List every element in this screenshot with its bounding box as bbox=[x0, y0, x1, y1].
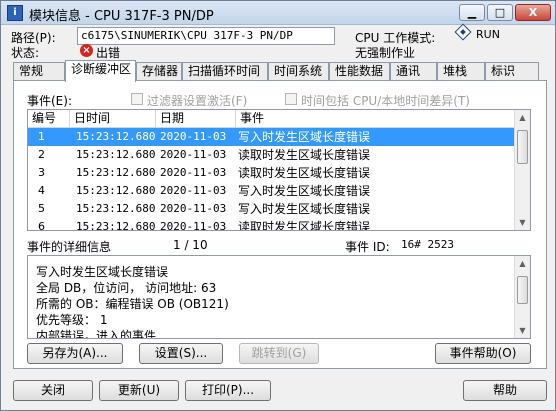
filter-label: 过滤器设置激活(F) bbox=[147, 94, 248, 108]
settings-button[interactable]: 设置(S)... bbox=[139, 343, 223, 364]
app-icon: i bbox=[7, 5, 23, 21]
row-event: 写入时发生区域长度错误 bbox=[238, 130, 371, 144]
column-header-time[interactable]: 日时间 bbox=[70, 110, 156, 128]
table-row[interactable]: 4 15:23:12.680 2020-11-03 写入时发生区域长度错误 bbox=[28, 182, 516, 200]
status-label: 状态: bbox=[11, 46, 40, 60]
tab-scan-cycle-time[interactable]: 扫描循环时间 bbox=[182, 62, 268, 81]
row-time: 15:23:12.680 bbox=[76, 202, 156, 215]
minimize-button[interactable]: ▁ bbox=[459, 4, 485, 21]
scroll-thumb[interactable] bbox=[517, 130, 528, 164]
row-date: 2020-11-03 bbox=[160, 202, 227, 215]
window-title: 模块信息 - CPU 317F-3 PN/DP bbox=[29, 9, 214, 24]
detail-line: 写入时发生区域长度错误 bbox=[36, 265, 169, 279]
event-details-box[interactable]: 写入时发生区域长度错误 全局 DB，位访问， 访问地址: 63 所需的 OB：编… bbox=[27, 255, 531, 339]
close-button[interactable]: 关闭 bbox=[13, 380, 93, 401]
tab-time-system[interactable]: 时间系统 bbox=[268, 62, 329, 81]
cpu-mode-value: RUN bbox=[476, 28, 500, 41]
scroll-down-arrow-icon[interactable]: ▼ bbox=[515, 215, 530, 230]
table-row[interactable]: 6 15:23:12.680 2020-11-03 读取时发生区域长度错误 bbox=[28, 218, 516, 231]
include-time-diff-checkbox[interactable] bbox=[285, 93, 297, 105]
status-value: 出错 bbox=[96, 46, 121, 60]
title-bar[interactable]: i 模块信息 - CPU 317F-3 PN/DP ▁ □ X bbox=[1, 1, 555, 25]
column-header-date[interactable]: 日期 bbox=[156, 110, 236, 128]
row-event: 读取时发生区域长度错误 bbox=[238, 166, 371, 180]
table-row[interactable]: 5 15:23:12.680 2020-11-03 写入时发生区域长度错误 bbox=[28, 200, 516, 218]
event-help-button[interactable]: 事件帮助(O) bbox=[435, 343, 531, 364]
row-number: 1 bbox=[38, 130, 45, 143]
table-row[interactable]: 2 15:23:12.680 2020-11-03 读取时发生区域长度错误 bbox=[28, 146, 516, 164]
filter-checkbox[interactable] bbox=[131, 93, 143, 105]
row-number: 4 bbox=[38, 184, 45, 197]
force-status: 无强制作业 bbox=[355, 46, 416, 60]
table-row[interactable]: 1 15:23:12.680 2020-11-03 写入时发生区域长度错误 bbox=[28, 128, 516, 146]
detail-line: 所需的 OB：编程错误 OB (OB121) bbox=[36, 297, 229, 311]
include-time-diff-label: 时间包括 CPU/本地时间差异(T) bbox=[301, 94, 470, 108]
details-position: 1 / 10 bbox=[173, 238, 208, 252]
row-date: 2020-11-03 bbox=[160, 220, 227, 231]
tab-performance-data[interactable]: 性能数据 bbox=[329, 62, 390, 81]
events-label: 事件(E): bbox=[27, 94, 72, 108]
error-icon: × bbox=[80, 44, 93, 57]
run-status-icon bbox=[454, 23, 472, 41]
row-event: 写入时发生区域长度错误 bbox=[238, 184, 371, 198]
tab-identification[interactable]: 标识 bbox=[485, 62, 539, 81]
row-time: 15:23:12.680 bbox=[76, 130, 156, 143]
maximize-button[interactable]: □ bbox=[487, 4, 513, 21]
row-date: 2020-11-03 bbox=[160, 130, 227, 143]
table-header: 编号 日时间 日期 事件 bbox=[28, 110, 516, 128]
events-scrollbar[interactable]: ▲ ▼ bbox=[514, 110, 530, 230]
tab-communication[interactable]: 通讯 bbox=[390, 62, 437, 81]
tab-memory[interactable]: 存储器 bbox=[136, 62, 182, 81]
row-event: 写入时发生区域长度错误 bbox=[238, 202, 371, 216]
help-button[interactable]: 帮助 bbox=[463, 380, 547, 401]
scroll-up-arrow-icon[interactable]: ▲ bbox=[515, 256, 530, 271]
row-number: 2 bbox=[38, 148, 45, 161]
detail-line: 内部错误，进入的事件 bbox=[36, 329, 157, 339]
row-date: 2020-11-03 bbox=[160, 166, 227, 179]
row-event: 读取时发生区域长度错误 bbox=[238, 220, 371, 231]
column-header-event[interactable]: 事件 bbox=[236, 110, 516, 128]
row-date: 2020-11-03 bbox=[160, 184, 227, 197]
row-number: 5 bbox=[38, 202, 45, 215]
save-as-button[interactable]: 另存为(A)... bbox=[27, 343, 123, 364]
row-time: 15:23:12.680 bbox=[76, 220, 156, 231]
print-button[interactable]: 打印(P)... bbox=[185, 380, 271, 401]
event-id-label: 事件 ID: bbox=[345, 240, 390, 254]
scroll-thumb[interactable] bbox=[517, 276, 528, 304]
goto-button[interactable]: 跳转到(G) bbox=[239, 343, 319, 364]
close-window-button[interactable]: X bbox=[515, 4, 551, 21]
tab-diagnostic-buffer[interactable]: 诊断缓冲区 bbox=[65, 60, 136, 82]
row-number: 3 bbox=[38, 166, 45, 179]
row-time: 15:23:12.680 bbox=[76, 166, 156, 179]
row-time: 15:23:12.680 bbox=[76, 184, 156, 197]
details-label: 事件的详细信息 bbox=[27, 240, 112, 254]
details-scrollbar[interactable]: ▲ ▼ bbox=[514, 256, 530, 338]
tab-general[interactable]: 常规 bbox=[13, 62, 65, 81]
row-event: 读取时发生区域长度错误 bbox=[238, 148, 371, 162]
events-table[interactable]: 编号 日时间 日期 事件 1 15:23:12.680 2020-11-03 写… bbox=[27, 109, 531, 231]
column-header-number[interactable]: 编号 bbox=[28, 110, 70, 128]
row-time: 15:23:12.680 bbox=[76, 148, 156, 161]
detail-line: 优先等级： 1 bbox=[36, 313, 108, 327]
scroll-down-arrow-icon[interactable]: ▼ bbox=[515, 323, 530, 338]
row-number: 6 bbox=[38, 220, 45, 231]
scroll-up-arrow-icon[interactable]: ▲ bbox=[515, 110, 530, 125]
event-id-value: 16# 2523 bbox=[401, 238, 454, 251]
tab-stacks[interactable]: 堆栈 bbox=[437, 62, 485, 81]
detail-line: 全局 DB，位访问， 访问地址: 63 bbox=[36, 281, 217, 295]
row-date: 2020-11-03 bbox=[160, 148, 227, 161]
path-field[interactable]: c6175\SINUMERIK\CPU 317F-3 PN/DP bbox=[77, 27, 335, 45]
module-info-window: i 模块信息 - CPU 317F-3 PN/DP ▁ □ X 路径(P): c… bbox=[0, 0, 556, 411]
table-row[interactable]: 3 15:23:12.680 2020-11-03 读取时发生区域长度错误 bbox=[28, 164, 516, 182]
update-button[interactable]: 更新(U) bbox=[99, 380, 179, 401]
